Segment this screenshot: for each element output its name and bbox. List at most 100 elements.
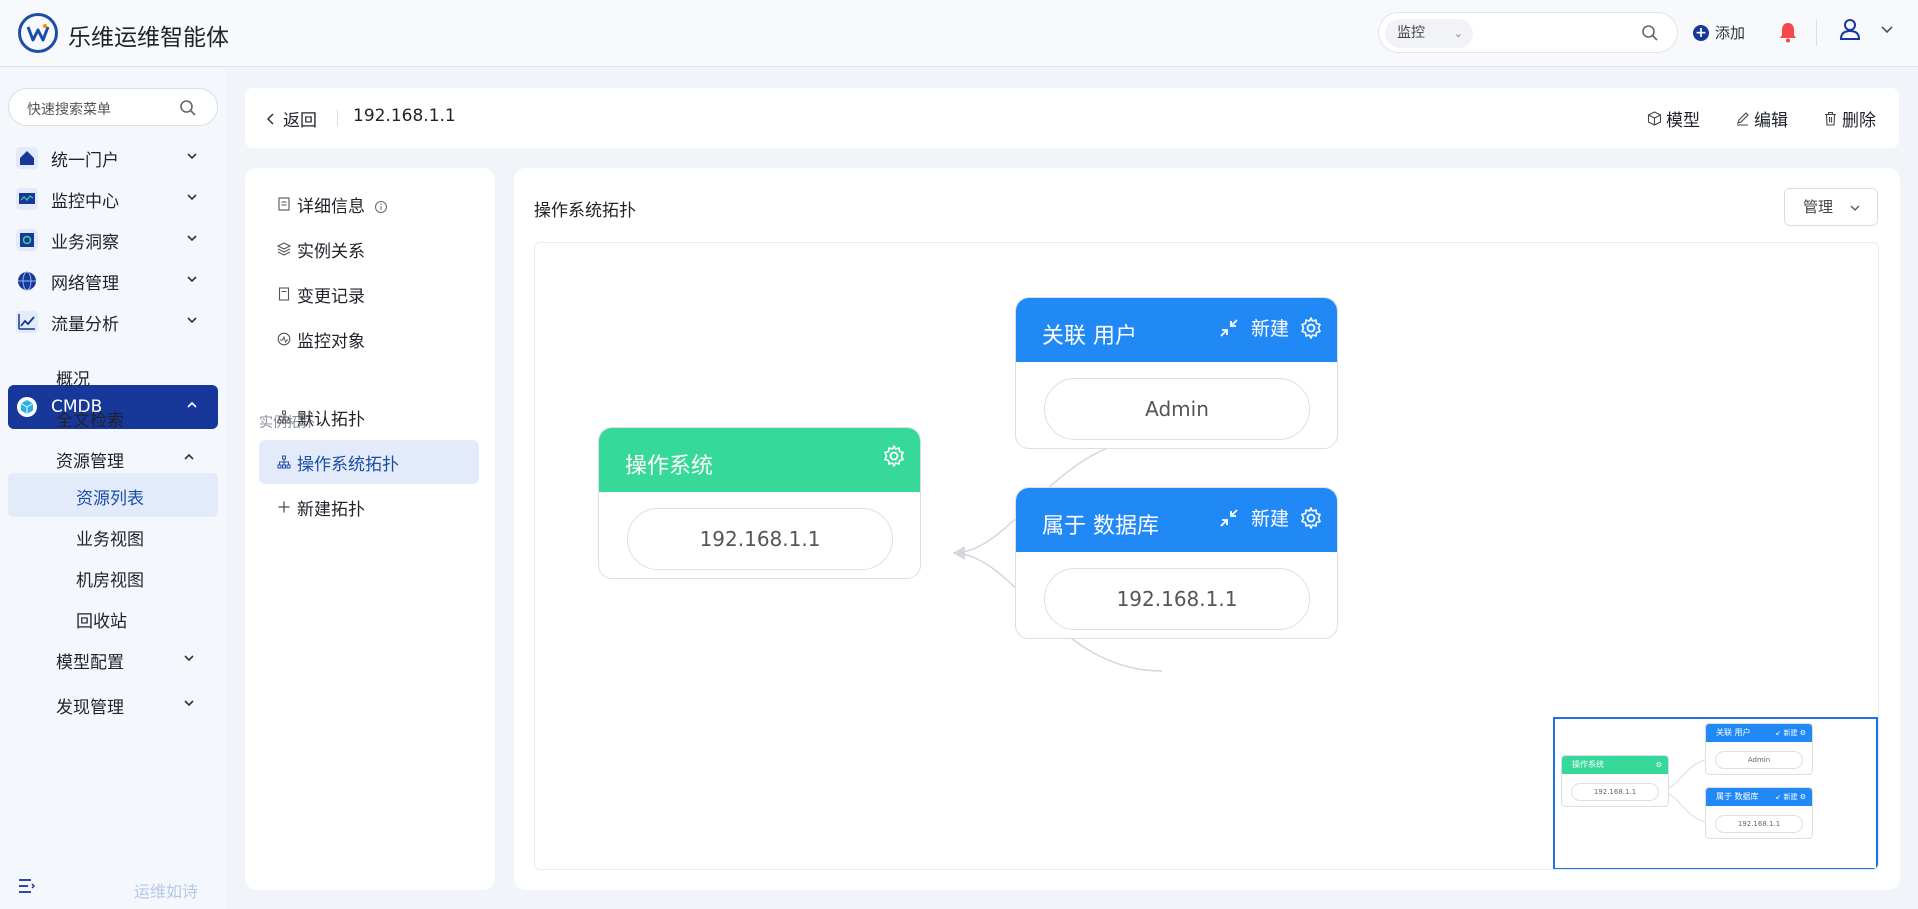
global-search[interactable]: 监控 ⌄ [1378, 12, 1678, 53]
db-card[interactable]: 属于 数据库 新建 192.168.1.1 [1015, 487, 1338, 639]
sidebar-item-label: 业务洞察 [51, 232, 119, 253]
gear-icon: ⚙ [1655, 761, 1662, 769]
minimap-db-title: 属于 数据库 [1716, 792, 1759, 801]
cube-outline-icon [1647, 111, 1662, 126]
minimap-db-header: 属于 数据库 ↙ 新建 ⚙ [1706, 788, 1812, 806]
app-header: 乐维运维智能体 监控 ⌄ + 添加 [0, 0, 1918, 67]
bell-icon[interactable] [1778, 21, 1798, 43]
sidebar-sub-resource-mgmt[interactable]: 资源管理 [56, 447, 124, 472]
app-title: 乐维运维智能体 [68, 25, 229, 51]
add-button[interactable]: + 添加 [1693, 22, 1745, 43]
nav-default-topology[interactable]: 默认拓扑 [259, 395, 479, 439]
collapse-arrows-icon[interactable] [1217, 316, 1241, 340]
menu-search-input[interactable]: 快速搜索菜单 [8, 88, 218, 126]
sidebar-item-portal[interactable]: 统一门户 [8, 136, 218, 180]
sidebar-item-label: 网络管理 [51, 273, 119, 294]
nav-new-topology[interactable]: 新建拓扑 [259, 485, 479, 529]
chevron-down-icon [1850, 205, 1860, 211]
topology-canvas[interactable]: 操作系统 192.168.1.1 关联 用户 新建 Admin 属于 数据库 新… [534, 242, 1879, 870]
sidebar-item-network[interactable]: 网络管理 [8, 259, 218, 303]
dashboard-icon [277, 332, 291, 346]
document-icon [278, 197, 290, 211]
manage-dropdown[interactable]: 管理 [1784, 188, 1878, 226]
chevron-left-icon [266, 112, 274, 125]
sidebar-sub-model-config[interactable]: 模型配置 [56, 648, 124, 673]
user-card-actions: 新建 [1217, 314, 1323, 341]
delete-button[interactable]: 删除 [1823, 106, 1876, 131]
sidebar-sub-room-view[interactable]: 机房视图 [76, 566, 144, 591]
nav-monitor-object[interactable]: 监控对象 [259, 317, 479, 361]
menu-collapse-icon[interactable] [18, 878, 36, 894]
user-node[interactable]: Admin [1044, 378, 1310, 440]
os-node[interactable]: 192.168.1.1 [627, 508, 893, 570]
nav-details[interactable]: 详细信息 [259, 182, 479, 226]
minimap-db-actions: ↙ 新建 ⚙ [1775, 793, 1806, 801]
os-card-actions [882, 444, 906, 468]
edit-button[interactable]: 编辑 [1735, 106, 1788, 131]
cube-icon [17, 397, 37, 417]
traffic-chart-icon [16, 311, 38, 333]
search-category-select[interactable]: 监控 ⌄ [1385, 19, 1473, 48]
breadcrumb: 192.168.1.1 [353, 106, 456, 126]
topology-icon [277, 455, 291, 469]
layers-icon [277, 242, 291, 256]
sidebar-item-label: 统一门户 [51, 150, 119, 171]
chevron-up-icon[interactable] [183, 451, 195, 463]
search-icon [180, 100, 196, 116]
chevron-down-icon [187, 276, 197, 283]
collapse-arrows-icon[interactable] [1217, 506, 1241, 530]
nav-new-topology-label: 新建拓扑 [297, 499, 365, 520]
user-card[interactable]: 关联 用户 新建 Admin [1015, 297, 1338, 449]
topology-icon [277, 410, 291, 424]
app-logo [18, 13, 58, 53]
nav-change-log-label: 变更记录 [297, 286, 365, 307]
sidebar-sub-business-view[interactable]: 业务视图 [76, 525, 144, 550]
sidebar-item-insight[interactable]: 业务洞察 [8, 218, 218, 262]
minimap-user-new: 新建 [1783, 729, 1798, 737]
sidebar-sub-recycle[interactable]: 回收站 [76, 607, 127, 632]
sidebar-item-monitor[interactable]: 监控中心 [8, 177, 218, 221]
chevron-up-icon [187, 401, 197, 408]
sidebar: 快速搜索菜单 统一门户 监控中心 业务洞察 网络管理 流量分析 CMDB 概况 … [0, 68, 226, 909]
gear-icon[interactable] [1299, 506, 1323, 530]
os-card-title: 操作系统 [625, 454, 714, 479]
nav-instance-relation-label: 实例关系 [297, 241, 365, 262]
topology-minimap[interactable]: 操作系统 ⚙ 192.168.1.1 关联 用户 ↙ 新建 ⚙ Admin 属于 数… [1553, 717, 1878, 869]
nav-os-topology-label: 操作系统拓扑 [297, 454, 399, 475]
plus-circle-icon: + [1693, 24, 1709, 41]
portal-icon [16, 147, 38, 169]
chevron-down-icon[interactable] [183, 697, 195, 709]
sidebar-sub-overview[interactable]: 概况 [56, 365, 90, 390]
db-node[interactable]: 192.168.1.1 [1044, 568, 1310, 630]
sidebar-item-traffic[interactable]: 流量分析 [8, 300, 218, 344]
file-icon [278, 287, 290, 301]
topology-panel: 操作系统拓扑 管理 操作系统 192.168.1.1 关联 用户 新建 Admi… [514, 168, 1900, 890]
model-button[interactable]: 模型 [1647, 106, 1700, 131]
minimap-os-title: 操作系统 [1572, 760, 1604, 769]
insight-icon [16, 229, 38, 251]
gear-icon[interactable] [882, 444, 906, 468]
manage-label: 管理 [1803, 198, 1834, 216]
pencil-icon [1737, 112, 1749, 126]
info-icon [375, 200, 388, 213]
sidebar-sub-resource-list[interactable]: 资源列表 [8, 473, 218, 517]
chevron-down-icon[interactable] [183, 652, 195, 664]
chevron-down-icon[interactable] [1880, 22, 1894, 36]
sidebar-sub-discovery[interactable]: 发现管理 [56, 693, 124, 718]
db-card-header: 属于 数据库 新建 [1016, 488, 1337, 552]
nav-change-log[interactable]: 变更记录 [259, 272, 479, 316]
os-card[interactable]: 操作系统 192.168.1.1 [598, 427, 921, 579]
detail-topbar: 返回 192.168.1.1 模型 编辑 删除 [245, 88, 1899, 148]
sidebar-sub-fulltext[interactable]: 全文检索 [56, 406, 124, 431]
user-icon[interactable] [1838, 17, 1862, 41]
db-card-new-button[interactable]: 新建 [1251, 504, 1289, 531]
sidebar-sub-label: 资源列表 [76, 489, 144, 509]
user-card-new-button[interactable]: 新建 [1251, 314, 1289, 341]
back-button[interactable]: 返回 [265, 106, 317, 131]
search-icon[interactable] [1641, 24, 1659, 42]
nav-os-topology[interactable]: 操作系统拓扑 [259, 440, 479, 484]
monitor-icon [16, 188, 38, 210]
gear-icon[interactable] [1299, 316, 1323, 340]
back-label: 返回 [283, 111, 317, 131]
nav-instance-relation[interactable]: 实例关系 [259, 227, 479, 271]
